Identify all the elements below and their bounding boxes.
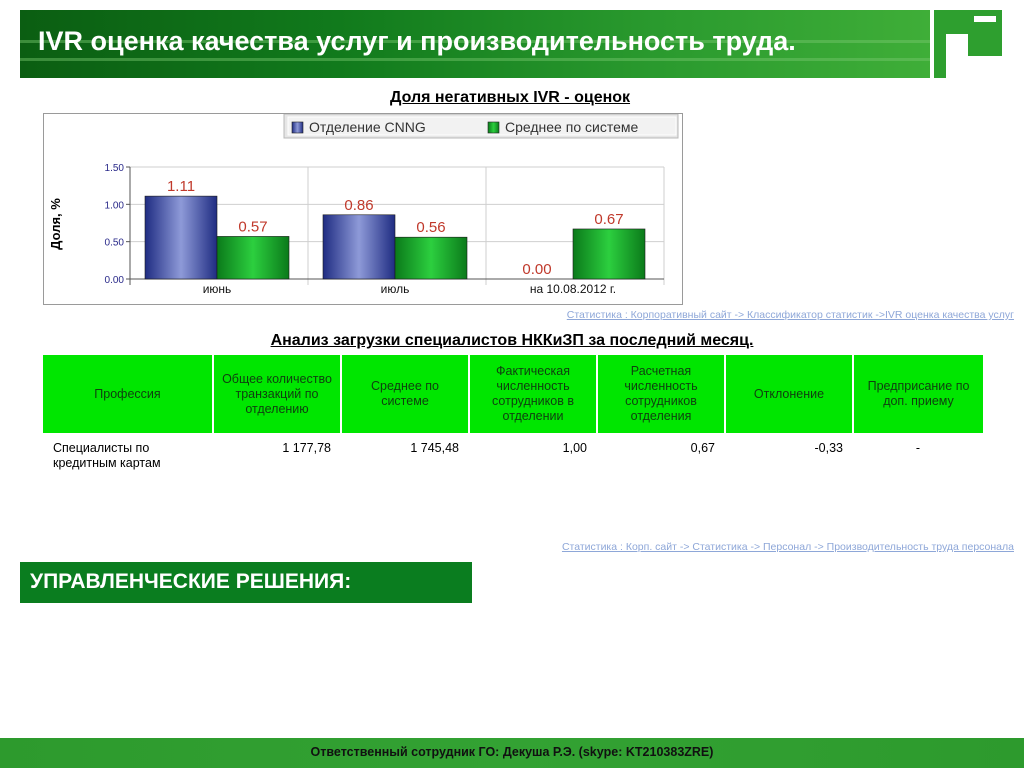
bar-value-label: 0.86 — [344, 197, 373, 214]
bar-system-average — [216, 236, 290, 280]
x-tick-label: на 10.08.2012 г. — [530, 282, 616, 296]
header-profession: Профессия — [43, 355, 214, 433]
bar-cnng — [322, 214, 396, 280]
management-decisions-heading: УПРАВЛЕНЧЕСКИЕ РЕШЕНИЯ: — [20, 562, 472, 603]
bar-value-label: 0.67 — [594, 211, 623, 228]
cell-estimated-headcount: 0,67 — [690, 441, 715, 455]
chart-plot-area: 0.00 0.50 1.00 1.50 1.11 0.57 июнь 0.86 0.56 июль… — [105, 119, 665, 296]
y-tick-label: 1.50 — [105, 163, 125, 174]
page-title: IVR оценка качества услуг и производител… — [38, 26, 796, 56]
table-header-row: Профессия Общее количество транзакций по… — [43, 355, 983, 433]
banner-stripe — [20, 58, 930, 61]
source-link-ivr[interactable]: Статистика : Корпоративный сайт -> Класс… — [567, 309, 1014, 321]
x-tick-label: июнь — [203, 282, 232, 296]
title-banner: IVR оценка качества услуг и производител… — [20, 10, 930, 78]
legend-label-system-average: Среднее по системе — [505, 119, 638, 135]
table-row: Специалисты по кредитным картам 1 177,78… — [43, 433, 983, 493]
logo-shape — [974, 16, 996, 22]
cell-total-transactions: 1 177,78 — [282, 441, 331, 455]
bar-value-label: 1.11 — [167, 178, 195, 195]
bar-value-label: 0.00 — [522, 261, 551, 278]
legend-swatch-system-average — [487, 121, 500, 134]
bar-cnng — [144, 195, 218, 280]
y-axis-label: Доля, % — [48, 198, 63, 250]
legend-swatch-cnng — [291, 121, 304, 134]
table-title: Анализ загрузки специалистов НККиЗП за п… — [270, 332, 754, 349]
header-hiring-order: Предприсание по доп. приему — [853, 355, 983, 433]
header-total-transactions: Общее количество транзакций по отделению — [213, 355, 342, 433]
footer-contact: Ответственный сотрудник ГО: Декуша Р.Э. … — [0, 738, 1024, 768]
cell-actual-headcount: 1,00 — [562, 441, 587, 455]
header-deviation: Отклонение — [725, 355, 854, 433]
x-tick-label: июль — [381, 282, 410, 296]
source-link-productivity[interactable]: Статистика : Корп. сайт -> Статистика ->… — [562, 541, 1014, 553]
header-system-average: Среднее по системе — [341, 355, 470, 433]
bar-value-label: 0.56 — [416, 219, 445, 236]
bar-value-label: 0.57 — [238, 218, 267, 235]
legend-label-cnng: Отделение CNNG — [309, 119, 426, 135]
header-estimated-headcount: Расчетная численность сотрудников отделе… — [597, 355, 726, 433]
y-tick-label: 0.00 — [105, 275, 125, 286]
cell-profession: Специалисты по кредитным картам — [53, 441, 161, 470]
cell-hiring-order: - — [915, 441, 921, 455]
workload-table: Профессия Общее количество транзакций по… — [43, 355, 983, 493]
y-tick-label: 0.50 — [105, 238, 125, 249]
cell-deviation: -0,33 — [814, 441, 844, 455]
bar-system-average — [572, 228, 646, 280]
logo-shape — [968, 56, 1002, 78]
bar-system-average — [394, 236, 468, 280]
y-tick-label: 1.00 — [105, 200, 125, 211]
cell-system-average: 1 745,48 — [410, 441, 459, 455]
bank-logo — [934, 10, 1002, 78]
header-actual-headcount: Фактическая численность сотрудников в от… — [469, 355, 598, 433]
bar-chart: 0.00 0.50 1.00 1.50 1.11 0.57 июнь 0.86 0.56 июль… — [48, 113, 679, 296]
logo-shape — [946, 34, 968, 78]
chart-title: Доля негативных IVR - оценок — [389, 89, 631, 106]
chart-frame: 0.00 0.50 1.00 1.50 1.11 0.57 июнь 0.86 0.56 июль… — [43, 113, 683, 305]
